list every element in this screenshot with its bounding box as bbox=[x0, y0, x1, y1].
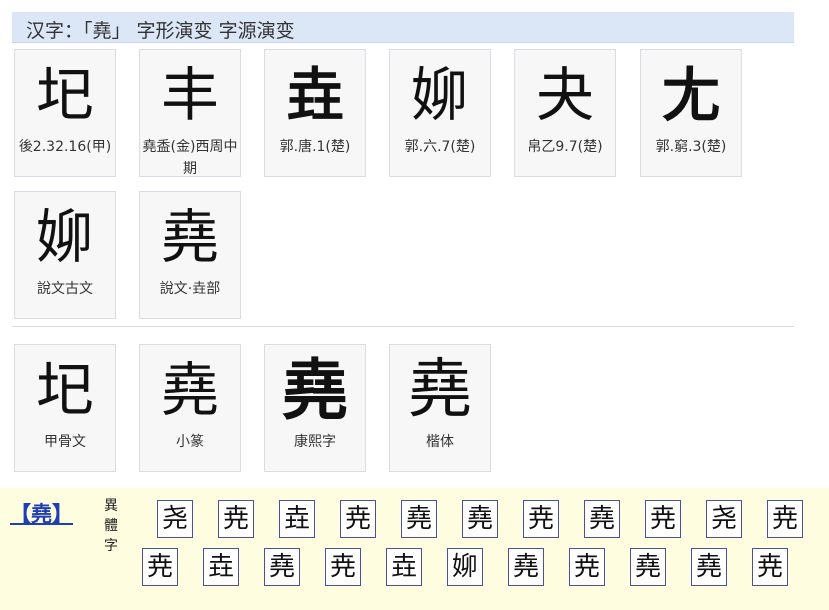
variant-glyph[interactable]: 尭 bbox=[645, 500, 681, 538]
script-card[interactable]: 堯 楷体 bbox=[389, 344, 491, 472]
glyph-image: 夬 bbox=[535, 61, 594, 129]
script-card[interactable]: 堯 康熙字 bbox=[264, 344, 366, 472]
glyph-image: 垚 bbox=[285, 61, 344, 129]
variant-glyph[interactable]: 尭 bbox=[767, 500, 803, 538]
glyph-image: 𡉏 bbox=[35, 356, 94, 424]
variant-glyph[interactable]: 堯 bbox=[508, 548, 544, 586]
glyph-image: 丰 bbox=[160, 61, 219, 129]
variant-glyph[interactable]: 堯 bbox=[264, 548, 300, 586]
variant-glyph[interactable]: 尭 bbox=[142, 548, 178, 586]
glyph-card[interactable]: 㚹 郭.六.7(楚) bbox=[389, 49, 491, 177]
glyph-caption: 小篆 bbox=[176, 434, 204, 450]
title-bar: 汉字：「堯」 字形演变 字源演变 bbox=[12, 12, 794, 43]
glyph-card[interactable]: 丰 堯盉(金)西周中期 bbox=[139, 49, 241, 177]
section-divider bbox=[12, 326, 794, 327]
glyph-caption: 帛乙9.7(楚) bbox=[527, 139, 603, 155]
glyph-image: 堯 bbox=[160, 356, 219, 424]
glyph-card[interactable]: 㚹 說文古文 bbox=[14, 191, 116, 319]
variant-glyph[interactable]: 堯 bbox=[584, 500, 620, 538]
variant-glyph[interactable]: 尭 bbox=[569, 548, 605, 586]
glyph-caption: 堯盉(金)西周中期 bbox=[142, 139, 238, 177]
glyph-image: 㚹 bbox=[410, 61, 469, 129]
glyph-image: 㚹 bbox=[35, 203, 94, 271]
glyph-caption: 郭.六.7(楚) bbox=[404, 139, 476, 155]
glyph-caption: 康熙字 bbox=[294, 434, 336, 450]
variant-glyph[interactable]: 尭 bbox=[325, 548, 361, 586]
glyph-image: 堯 bbox=[282, 351, 348, 429]
variant-glyph[interactable]: 㚹 bbox=[447, 548, 483, 586]
glyph-caption: 楷体 bbox=[426, 434, 454, 450]
variant-glyph[interactable]: 堯 bbox=[630, 548, 666, 586]
variant-glyph[interactable]: 堯 bbox=[462, 500, 498, 538]
variant-glyph[interactable]: 尭 bbox=[523, 500, 559, 538]
variant-glyph[interactable]: 堯 bbox=[401, 500, 437, 538]
variant-glyph[interactable]: 垚 bbox=[386, 548, 422, 586]
glyph-caption: 說文·垚部 bbox=[159, 281, 221, 297]
glyph-card[interactable]: 垚 郭.唐.1(楚) bbox=[264, 49, 366, 177]
glyph-image: 𡉏 bbox=[35, 61, 94, 129]
variant-label: 異體字 bbox=[104, 498, 118, 554]
glyph-card[interactable]: 夬 帛乙9.7(楚) bbox=[514, 49, 616, 177]
variant-glyph[interactable]: 垚 bbox=[279, 500, 315, 538]
glyph-card[interactable]: 尢 郭.窮.3(楚) bbox=[640, 49, 742, 177]
variant-glyph[interactable]: 尧 bbox=[706, 500, 742, 538]
glyph-image: 尢 bbox=[661, 61, 720, 129]
glyph-image: 堯 bbox=[408, 353, 472, 427]
main-character-link[interactable]: 【堯】 bbox=[10, 498, 73, 528]
script-card[interactable]: 𡉏 甲骨文 bbox=[14, 344, 116, 472]
variant-glyph[interactable]: 尭 bbox=[752, 548, 788, 586]
page-title: 汉字：「堯」 字形演变 字源演变 bbox=[26, 20, 295, 42]
glyph-image: 堯 bbox=[160, 203, 219, 271]
variant-glyph[interactable]: 垚 bbox=[203, 548, 239, 586]
variant-forms-section: 【堯】 異體字 尧 尭 垚 尭 堯 堯 尭 堯 尭 尧 尭 尭 垚 堯 尭 垚 … bbox=[0, 488, 829, 610]
glyph-card[interactable]: 堯 說文·垚部 bbox=[139, 191, 241, 319]
script-card[interactable]: 堯 小篆 bbox=[139, 344, 241, 472]
glyph-caption: 甲骨文 bbox=[44, 434, 86, 450]
variant-glyph[interactable]: 尧 bbox=[157, 500, 193, 538]
glyph-caption: 郭.窮.3(楚) bbox=[655, 139, 727, 155]
variant-glyph[interactable]: 堯 bbox=[691, 548, 727, 586]
glyph-caption: 說文古文 bbox=[37, 281, 93, 297]
glyph-caption: 郭.唐.1(楚) bbox=[279, 139, 351, 155]
glyph-card[interactable]: 𡉏 後2.32.16(甲) bbox=[14, 49, 116, 177]
glyph-caption: 後2.32.16(甲) bbox=[18, 139, 112, 155]
variant-glyph[interactable]: 尭 bbox=[340, 500, 376, 538]
variant-glyph[interactable]: 尭 bbox=[218, 500, 254, 538]
